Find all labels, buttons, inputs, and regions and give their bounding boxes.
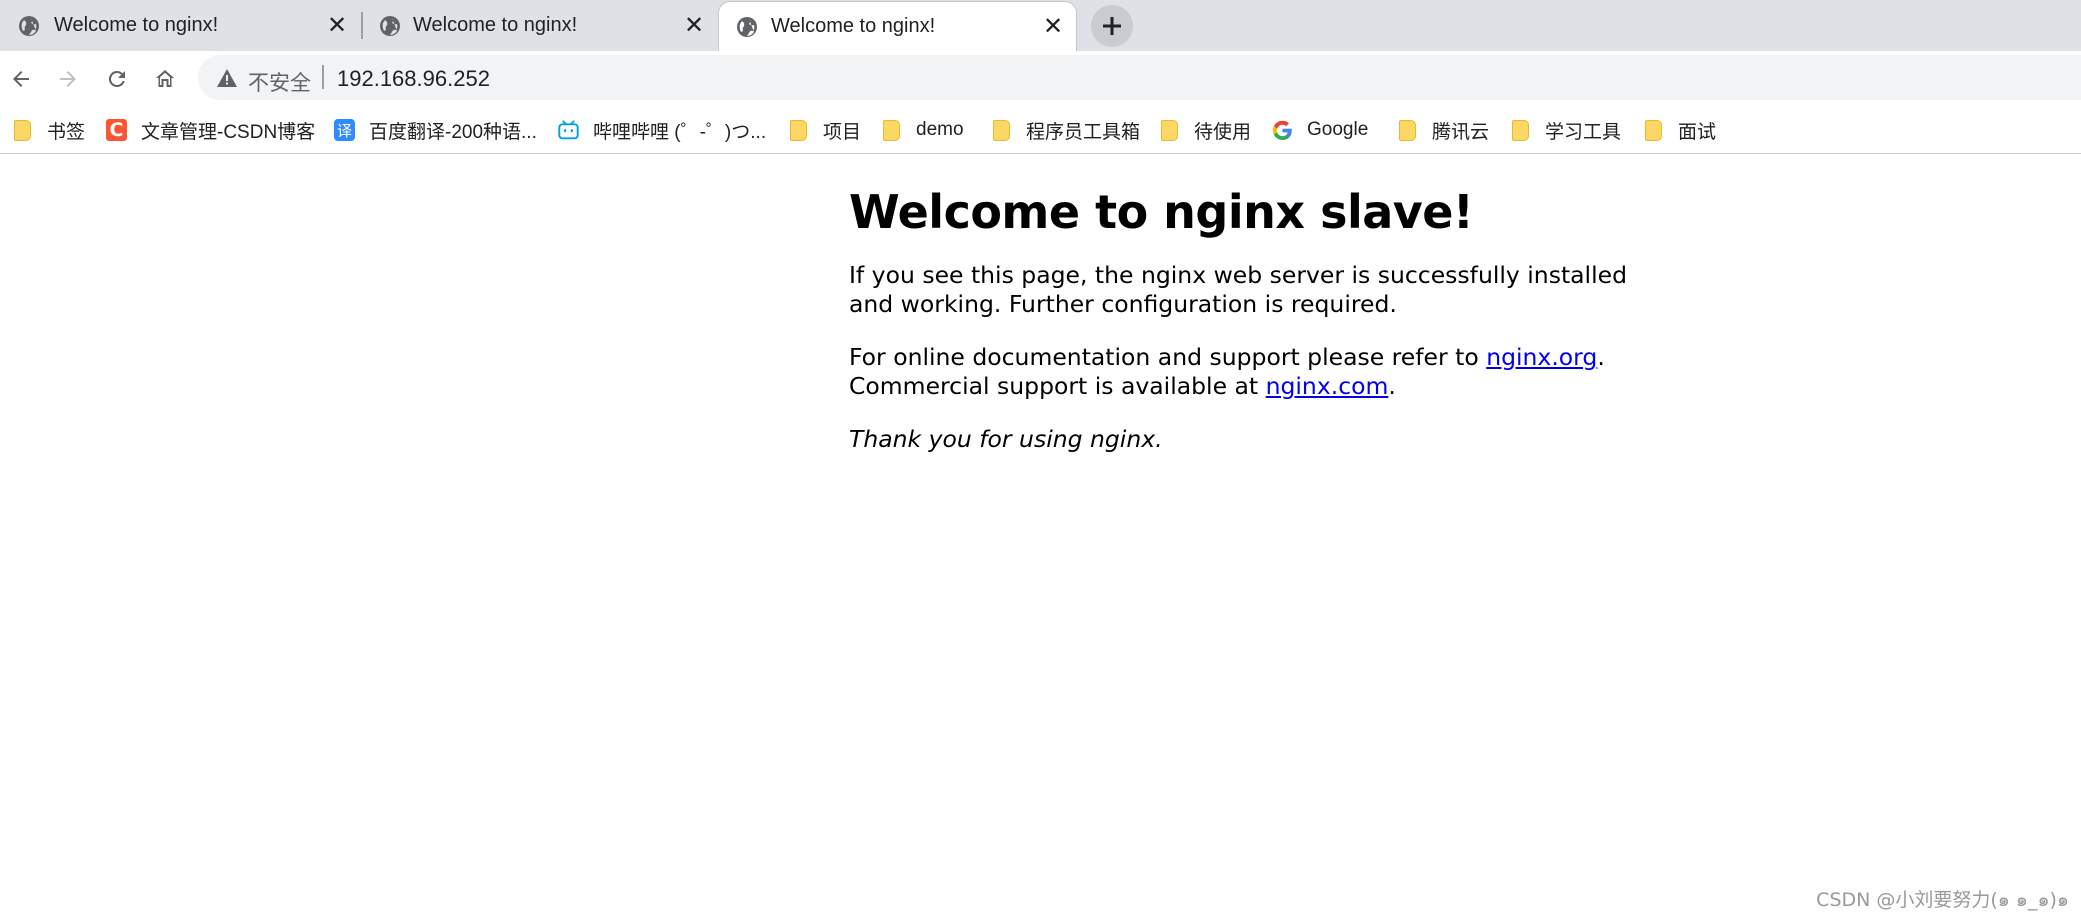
reload-button[interactable]: [101, 63, 133, 95]
support-paragraph: For online documentation and support ple…: [849, 343, 1649, 401]
bookmark-item[interactable]: 学习工具: [1510, 114, 1621, 146]
folder-icon: [1159, 119, 1180, 141]
tab-strip: Welcome to nginx! ✕ Welcome to nginx! ✕ …: [0, 0, 2081, 51]
home-button[interactable]: [149, 63, 181, 95]
tab-title: Welcome to nginx!: [771, 15, 936, 37]
bookmark-label: 面试: [1678, 121, 1717, 143]
folder-icon: [1397, 119, 1418, 141]
tab-title: Welcome to nginx!: [413, 14, 578, 36]
folder-icon: [1510, 119, 1531, 141]
csdn-icon: C: [106, 119, 127, 141]
thanks-paragraph: Thank you for using nginx.: [849, 425, 1649, 454]
bookmark-label: Google: [1307, 119, 1369, 140]
commercial-text: .: [1388, 372, 1396, 400]
commercial-text: Commercial support is available at: [849, 372, 1266, 400]
bilibili-icon: [558, 120, 579, 141]
close-tab-icon[interactable]: ✕: [325, 14, 349, 38]
bookmark-item[interactable]: demo: [881, 114, 964, 146]
arrow-right-icon: [60, 71, 76, 87]
back-button[interactable]: [5, 63, 37, 95]
bookmark-item[interactable]: 待使用: [1159, 114, 1251, 146]
bookmark-item[interactable]: 面试: [1643, 114, 1716, 146]
bookmark-item[interactable]: 书签: [12, 114, 85, 146]
tab-2[interactable]: Welcome to nginx! ✕: [364, 1, 718, 51]
bookmark-label: 书签: [47, 121, 86, 143]
bookmark-item[interactable]: 程序员工具箱: [991, 114, 1140, 146]
bookmark-item[interactable]: 译 百度翻译-200种语...: [334, 114, 537, 146]
support-text: For online documentation and support ple…: [849, 343, 1487, 371]
forward-button[interactable]: [52, 63, 84, 95]
bookmark-label: 程序员工具箱: [1026, 121, 1141, 143]
bookmark-item[interactable]: 项目: [788, 114, 861, 146]
address-bar[interactable]: 不安全 192.168.96.252: [198, 55, 2081, 100]
google-icon: [1272, 120, 1293, 141]
globe-icon: [380, 16, 400, 36]
plus-icon: [1103, 17, 1121, 35]
bookmark-label: 学习工具: [1545, 121, 1622, 143]
page-heading: Welcome to nginx slave!: [849, 185, 1474, 239]
divider: [322, 65, 324, 89]
tab-title: Welcome to nginx!: [54, 14, 219, 36]
home-icon: [156, 70, 174, 87]
bookmark-item[interactable]: Google: [1272, 114, 1368, 146]
support-text: .: [1597, 343, 1605, 371]
close-tab-icon[interactable]: ✕: [1041, 15, 1065, 39]
baidu-translate-icon: 译: [334, 119, 355, 141]
bookmark-item[interactable]: 腾讯云: [1397, 114, 1489, 146]
bookmark-item[interactable]: 哔哩哔哩 (゜-゜)つ...: [558, 114, 766, 146]
page-viewport: Welcome to nginx slave! If you see this …: [0, 155, 2081, 917]
browser-toolbar: 不安全 192.168.96.252: [0, 51, 2081, 106]
folder-icon: [991, 119, 1012, 141]
close-tab-icon[interactable]: ✕: [682, 14, 706, 38]
folder-icon: [1643, 119, 1664, 141]
tab-1[interactable]: Welcome to nginx! ✕: [0, 1, 358, 51]
security-status[interactable]: 不安全: [248, 67, 311, 97]
nginx-org-link[interactable]: nginx.org: [1486, 343, 1597, 371]
bookmark-label: 腾讯云: [1432, 121, 1490, 143]
bookmark-label: 哔哩哔哩 (゜-゜)つ...: [593, 121, 767, 143]
watermark: CSDN @小刘要努力(๑ ๑_๑)๑: [1816, 889, 2069, 911]
reload-icon: [108, 70, 125, 87]
new-tab-button[interactable]: [1091, 5, 1133, 47]
warning-icon[interactable]: [216, 67, 238, 89]
folder-icon: [788, 119, 809, 141]
arrow-left-icon: [13, 71, 29, 87]
bookmark-label: 百度翻译-200种语...: [369, 121, 537, 143]
bookmarks-bar: 书签 C 文章管理-CSDN博客 译 百度翻译-200种语... 哔哩哔哩 (゜…: [0, 106, 2081, 154]
thanks-text: Thank you for using nginx.: [849, 425, 1163, 453]
bookmark-label: demo: [916, 119, 964, 140]
url-text[interactable]: 192.168.96.252: [337, 66, 490, 92]
globe-icon: [19, 16, 39, 36]
nginx-welcome-article: Welcome to nginx slave! If you see this …: [849, 185, 1649, 478]
bookmark-label: 项目: [823, 121, 862, 143]
globe-icon: [737, 17, 757, 37]
nginx-com-link[interactable]: nginx.com: [1266, 372, 1389, 400]
bookmark-label: 待使用: [1194, 121, 1252, 143]
folder-icon: [12, 119, 33, 141]
folder-icon: [881, 119, 902, 141]
bookmark-label: 文章管理-CSDN博客: [141, 121, 316, 143]
intro-paragraph: If you see this page, the nginx web serv…: [849, 261, 1627, 318]
tab-3-active[interactable]: Welcome to nginx! ✕: [718, 1, 1077, 51]
bookmark-item[interactable]: C 文章管理-CSDN博客: [106, 114, 315, 146]
tab-separator: [361, 12, 363, 39]
